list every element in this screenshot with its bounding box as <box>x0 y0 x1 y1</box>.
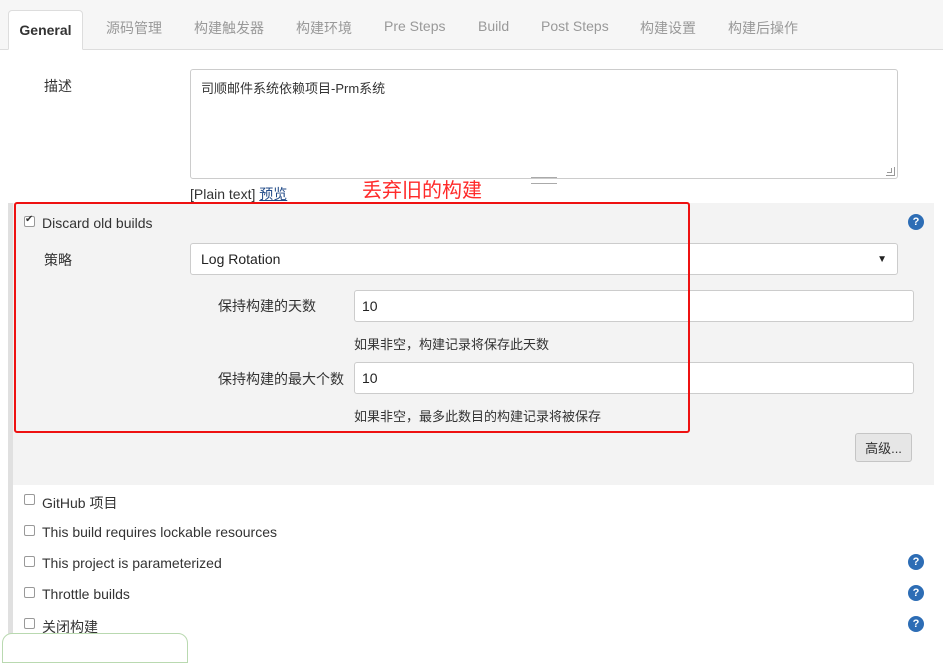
tab-build-triggers[interactable]: 构建触发器 <box>194 18 264 38</box>
textarea-drag-handle[interactable] <box>531 177 557 184</box>
disable-build-checkbox[interactable] <box>24 618 35 629</box>
tab-bar-divider <box>0 49 943 50</box>
tab-pre-steps[interactable]: Pre Steps <box>384 18 445 34</box>
description-format: [Plain text] 预览 <box>190 184 287 204</box>
tab-bar: General 源码管理 构建触发器 构建环境 Pre Steps Build … <box>0 0 943 50</box>
section-indent-bar <box>8 203 13 650</box>
lockable-resources-label: This build requires lockable resources <box>42 524 277 540</box>
tab-source-management[interactable]: 源码管理 <box>106 18 162 38</box>
tab-post-build-actions[interactable]: 构建后操作 <box>728 18 798 38</box>
preview-link[interactable]: 预览 <box>259 186 287 202</box>
help-icon[interactable]: ? <box>908 616 924 632</box>
tab-build[interactable]: Build <box>478 18 509 34</box>
description-value: 司顺邮件系统依赖项目-Prm系统 <box>201 81 386 96</box>
tab-build-environment[interactable]: 构建环境 <box>296 18 352 38</box>
annotation-text: 丢弃旧的构建 <box>362 180 482 202</box>
lockable-resources-checkbox[interactable] <box>24 525 35 536</box>
throttle-builds-label: Throttle builds <box>42 586 130 602</box>
description-textarea[interactable]: 司顺邮件系统依赖项目-Prm系统 <box>190 69 898 179</box>
resize-grip-icon[interactable] <box>886 167 895 176</box>
description-label: 描述 <box>44 78 72 94</box>
github-project-checkbox[interactable] <box>24 494 35 505</box>
help-icon[interactable]: ? <box>908 214 924 230</box>
parameterized-checkbox[interactable] <box>24 556 35 567</box>
github-project-label: GitHub 项目 <box>42 495 118 511</box>
tab-post-steps[interactable]: Post Steps <box>541 18 609 34</box>
help-icon[interactable]: ? <box>908 554 924 570</box>
parameterized-label: This project is parameterized <box>42 555 222 571</box>
bottom-panel-tab[interactable] <box>2 633 188 663</box>
throttle-builds-checkbox[interactable] <box>24 587 35 598</box>
help-icon[interactable]: ? <box>908 585 924 601</box>
advanced-button[interactable]: 高级... <box>855 433 912 462</box>
tab-general[interactable]: General <box>8 10 83 50</box>
plain-text-label: [Plain text] <box>190 186 256 202</box>
chevron-down-icon: ▼ <box>877 253 887 265</box>
annotation-highlight-box <box>14 202 690 433</box>
tab-build-settings[interactable]: 构建设置 <box>640 18 696 38</box>
